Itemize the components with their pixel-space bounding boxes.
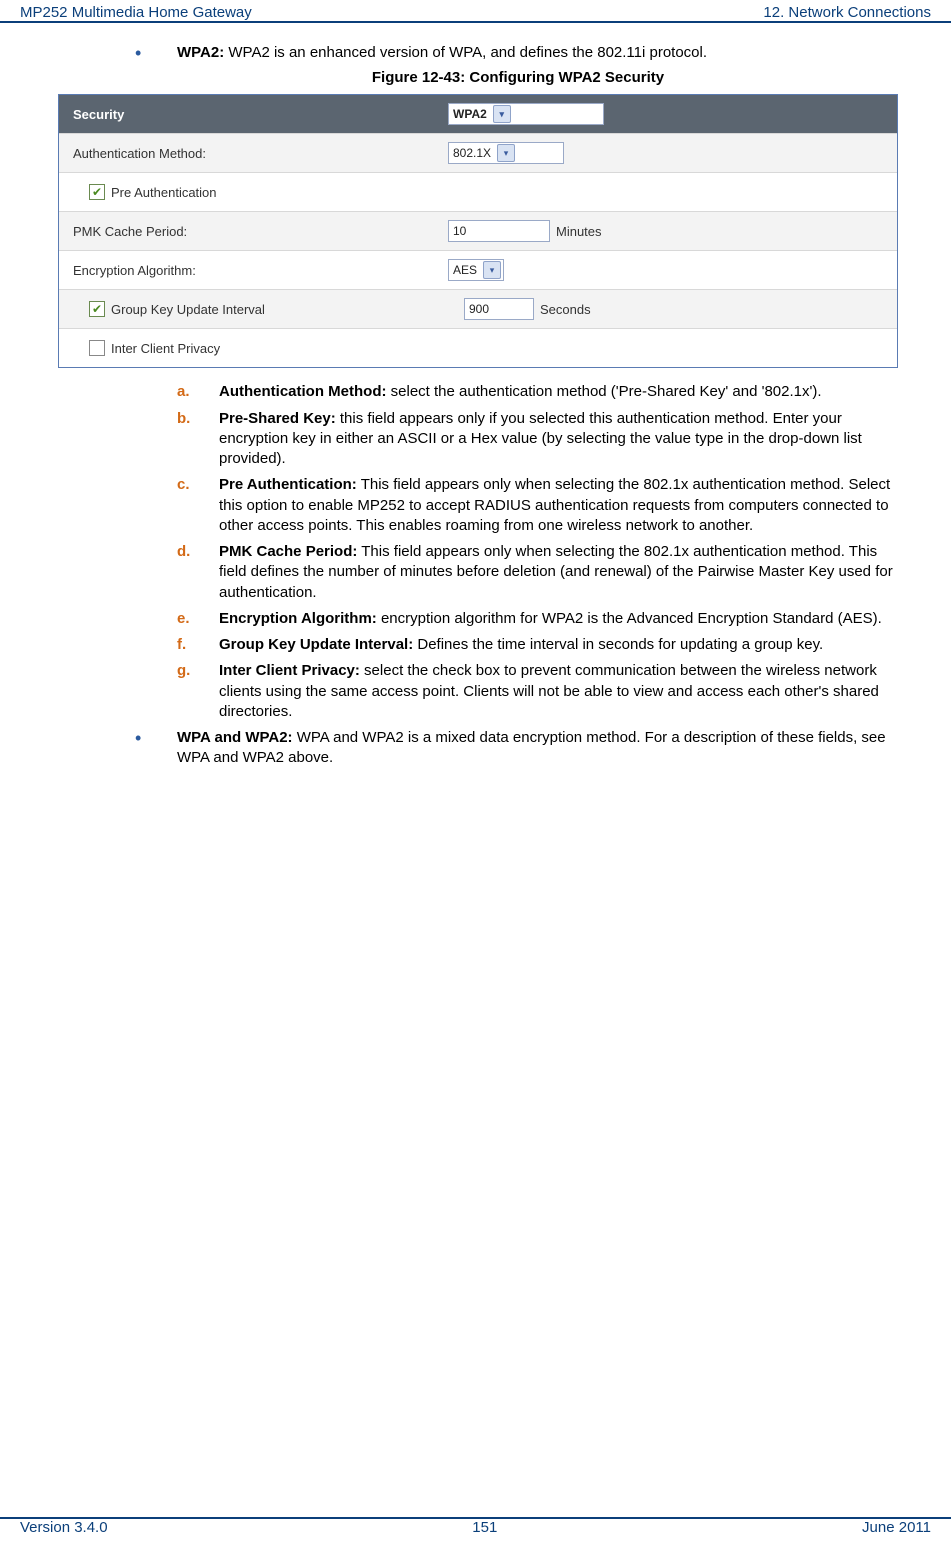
bullet-dot-icon: •	[135, 728, 177, 769]
sublist: a. Authentication Method: select the aut…	[135, 382, 901, 722]
encryption-algorithm-select[interactable]: AES ▾	[448, 259, 504, 281]
footer-left: Version 3.4.0	[20, 1519, 108, 1536]
sub-item-bold: Pre-Shared Key:	[219, 410, 336, 427]
sub-item-f: f. Group Key Update Interval: Defines th…	[135, 635, 901, 655]
auth-method-value: 802.1X	[453, 146, 491, 160]
sub-item-letter: a.	[135, 382, 219, 402]
security-select-value: WPA2	[453, 107, 487, 121]
figure-caption: Figure 12-43: Configuring WPA2 Security	[135, 69, 901, 86]
sub-item-bold: Group Key Update Interval:	[219, 636, 413, 653]
header-left: MP252 Multimedia Home Gateway	[20, 4, 252, 21]
sub-item-d: d. PMK Cache Period: This field appears …	[135, 542, 901, 603]
pmk-cache-label: PMK Cache Period:	[59, 224, 448, 239]
row-auth-method: Authentication Method: 802.1X ▾	[59, 134, 897, 173]
final-bullet-bold: WPA and WPA2:	[177, 729, 293, 746]
sub-item-letter: e.	[135, 609, 219, 629]
pre-authentication-checkbox[interactable]: ✔	[89, 184, 105, 200]
auth-method-label: Authentication Method:	[59, 146, 448, 161]
sub-item-c: c. Pre Authentication: This field appear…	[135, 475, 901, 536]
row-inter-client-privacy: Inter Client Privacy	[59, 329, 897, 367]
sub-item-text: select the authentication method ('Pre-S…	[386, 383, 821, 400]
sub-item-b: b. Pre-Shared Key: this field appears on…	[135, 409, 901, 470]
sub-item-g: g. Inter Client Privacy: select the chec…	[135, 661, 901, 722]
sub-item-e: e. Encryption Algorithm: encryption algo…	[135, 609, 901, 629]
encryption-algorithm-label: Encryption Algorithm:	[59, 263, 448, 278]
header-right: 12. Network Connections	[763, 4, 931, 21]
encryption-algorithm-value: AES	[453, 263, 477, 277]
sub-item-text: Defines the time interval in seconds for…	[413, 636, 823, 653]
page-header: MP252 Multimedia Home Gateway 12. Networ…	[0, 0, 951, 23]
bullet-dot-icon: •	[135, 43, 177, 63]
pmk-cache-unit: Minutes	[556, 224, 602, 239]
row-pre-authentication: ✔ Pre Authentication	[59, 173, 897, 212]
sub-item-letter: c.	[135, 475, 219, 536]
intro-bullet-rest: WPA2 is an enhanced version of WPA, and …	[224, 44, 707, 61]
sub-item-bold: Authentication Method:	[219, 383, 386, 400]
group-key-unit: Seconds	[540, 302, 591, 317]
row-security: Security WPA2 ▾	[59, 95, 897, 134]
sub-item-letter: d.	[135, 542, 219, 603]
row-pmk-cache: PMK Cache Period: 10 Minutes	[59, 212, 897, 251]
group-key-checkbox[interactable]: ✔	[89, 301, 105, 317]
sub-item-text: encryption algorithm for WPA2 is the Adv…	[377, 610, 882, 627]
page-footer: Version 3.4.0 151 June 2011	[0, 1517, 951, 1540]
intro-bullet-bold: WPA2:	[177, 44, 224, 61]
intro-bullet: • WPA2: WPA2 is an enhanced version of W…	[135, 43, 901, 63]
footer-center: 151	[472, 1519, 497, 1536]
security-select[interactable]: WPA2 ▾	[448, 103, 604, 125]
sub-item-letter: g.	[135, 661, 219, 722]
row-encryption-algorithm: Encryption Algorithm: AES ▾	[59, 251, 897, 290]
inter-client-privacy-label: Inter Client Privacy	[111, 341, 220, 356]
intro-bullet-text: WPA2: WPA2 is an enhanced version of WPA…	[177, 43, 901, 63]
group-key-label: Group Key Update Interval	[111, 302, 265, 317]
row-group-key-interval: ✔ Group Key Update Interval 900 Seconds	[59, 290, 897, 329]
sub-item-bold: Pre Authentication:	[219, 476, 357, 493]
group-key-input[interactable]: 900	[464, 298, 534, 320]
final-bullet-text: WPA and WPA2: WPA and WPA2 is a mixed da…	[177, 728, 901, 769]
pmk-cache-input[interactable]: 10	[448, 220, 550, 242]
page-content: • WPA2: WPA2 is an enhanced version of W…	[0, 43, 951, 769]
sub-item-bold: Inter Client Privacy:	[219, 662, 360, 679]
chevron-down-icon: ▾	[497, 144, 515, 162]
sub-item-bold: PMK Cache Period:	[219, 543, 357, 560]
auth-method-select[interactable]: 802.1X ▾	[448, 142, 564, 164]
security-label: Security	[59, 107, 448, 122]
chevron-down-icon: ▾	[483, 261, 501, 279]
chevron-down-icon: ▾	[493, 105, 511, 123]
sub-item-bold: Encryption Algorithm:	[219, 610, 377, 627]
settings-panel: Security WPA2 ▾ Authentication Method: 8…	[58, 94, 898, 368]
footer-right: June 2011	[862, 1519, 931, 1536]
inter-client-privacy-checkbox[interactable]	[89, 340, 105, 356]
sub-item-letter: f.	[135, 635, 219, 655]
pre-authentication-label: Pre Authentication	[111, 185, 217, 200]
final-bullet: • WPA and WPA2: WPA and WPA2 is a mixed …	[135, 728, 901, 769]
sub-item-letter: b.	[135, 409, 219, 470]
sub-item-a: a. Authentication Method: select the aut…	[135, 382, 901, 402]
